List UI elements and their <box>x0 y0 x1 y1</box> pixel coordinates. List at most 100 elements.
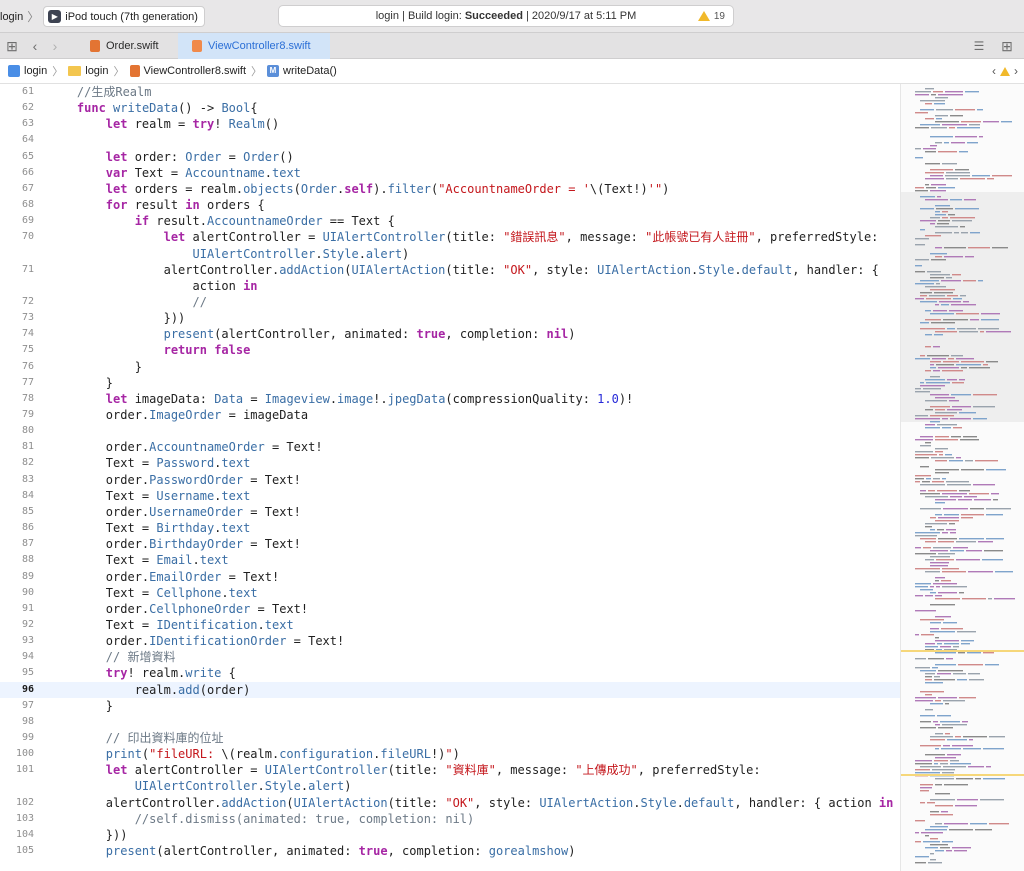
minimap-line <box>946 277 952 279</box>
minimap-line <box>923 388 941 390</box>
minimap-line <box>947 328 955 330</box>
code-line[interactable]: if result.AccountnameOrder == Text { <box>48 213 395 229</box>
minimap-line <box>948 358 954 360</box>
code-line[interactable]: order.CellphoneOrder = Text! <box>48 601 308 617</box>
jump-item-method[interactable]: M writeData() <box>267 65 337 77</box>
code-line[interactable]: //生成Realm <box>48 84 152 100</box>
code-line[interactable]: alertController.addAction(UIAlertAction(… <box>48 262 879 278</box>
jump-item-folder[interactable]: login <box>68 65 109 77</box>
code-line[interactable]: UIAlertController.Style.alert) <box>48 778 352 794</box>
code-line[interactable]: })) <box>48 310 186 326</box>
code-line[interactable]: action in <box>48 278 257 294</box>
minimap-line <box>935 472 949 474</box>
next-issue-icon[interactable]: › <box>1014 64 1018 78</box>
editor-options-icon[interactable]: ☰ <box>970 38 988 54</box>
code-line[interactable]: var Text = Accountname.text <box>48 165 301 181</box>
minimap-line <box>951 304 976 306</box>
code-line[interactable]: present(alertController, animated: true,… <box>48 843 576 859</box>
minimap-line <box>925 643 935 645</box>
minimap-line <box>935 664 956 666</box>
add-editor-icon[interactable]: ⊞ <box>998 38 1016 54</box>
minimap-line <box>927 271 941 273</box>
code-line[interactable]: let alertController = UIAlertController(… <box>48 762 761 778</box>
code-line[interactable]: order.BirthdayOrder = Text! <box>48 536 301 552</box>
code-line[interactable]: //self.dismiss(animated: true, completio… <box>48 811 475 827</box>
code-line[interactable]: // 印出資料庫的位址 <box>48 730 224 746</box>
code-line[interactable]: let imageData: Data = Imageview.image!.j… <box>48 391 633 407</box>
code-line[interactable]: // <box>48 294 207 310</box>
code-line[interactable]: Text = IDentification.text <box>48 617 294 633</box>
code-line[interactable]: } <box>48 375 113 391</box>
previous-issue-icon[interactable]: ‹ <box>992 64 996 78</box>
code-line[interactable]: Text = Email.text <box>48 552 229 568</box>
device-selector[interactable]: ▶ iPod touch (7th generation) <box>43 6 205 27</box>
minimap[interactable] <box>900 84 1024 871</box>
code-line[interactable]: UIAlertController.Style.alert) <box>48 246 410 262</box>
code-line[interactable]: realm.add(order) <box>48 682 251 698</box>
code-line[interactable]: let orders = realm.objects(Order.self).f… <box>48 181 670 197</box>
code-line[interactable]: Text = Username.text <box>48 488 251 504</box>
code-line[interactable]: order.AccountnameOrder = Text! <box>48 439 323 455</box>
code-line[interactable]: alertController.addAction(UIAlertAction(… <box>48 795 894 811</box>
warning-counter[interactable]: 19 <box>697 11 725 22</box>
minimap-line <box>961 121 981 123</box>
build-result: Succeeded <box>464 10 523 22</box>
minimap-line <box>915 760 932 762</box>
code-line[interactable]: order.IDentificationOrder = Text! <box>48 633 344 649</box>
line-number: 102 <box>15 796 34 808</box>
back-chevron-icon[interactable]: ‹ <box>28 38 42 54</box>
scheme-selector[interactable]: login 〉 ▶ iPod touch (7th generation) <box>0 6 205 27</box>
code-line[interactable]: Text = Birthday.text <box>48 520 251 536</box>
code-line[interactable]: let realm = try! Realm() <box>48 116 279 132</box>
minimap-line <box>961 232 968 234</box>
minimap-line <box>986 508 1011 510</box>
minimap-line <box>920 727 936 729</box>
minimap-line <box>954 232 959 234</box>
minimap-line <box>930 367 936 369</box>
minimap-line <box>935 115 948 117</box>
code-line[interactable]: Text = Password.text <box>48 455 251 471</box>
code-line[interactable]: // 新增資料 <box>48 649 176 665</box>
minimap-line <box>953 673 966 675</box>
code-line[interactable]: func writeData() -> Bool{ <box>48 100 258 116</box>
minimap-line <box>944 514 959 516</box>
line-number: 82 <box>21 457 34 469</box>
code-line[interactable]: print("fileURL: \(realm.configuration.fi… <box>48 746 460 762</box>
minimap-line <box>931 322 955 324</box>
source-editor[interactable]: 61 62 63 64 65 66 67 68 69 70 71 72 73 74 75 76 77 78 79 80… <box>0 84 900 871</box>
minimap-line <box>922 481 930 483</box>
code-line[interactable]: try! realm.write { <box>48 665 236 681</box>
line-number: 66 <box>21 166 34 178</box>
code-line[interactable]: } <box>48 698 113 714</box>
grid-icon[interactable]: ⊞ <box>5 38 19 54</box>
forward-chevron-icon[interactable]: › <box>48 38 62 54</box>
minimap-line <box>942 427 951 429</box>
code-line[interactable]: order.ImageOrder = imageData <box>48 407 308 423</box>
minimap-line <box>959 697 976 699</box>
minimap-line <box>946 172 970 174</box>
code-line[interactable]: order.EmailOrder = Text! <box>48 569 279 585</box>
jump-item-file[interactable]: ViewController8.swift <box>129 65 246 77</box>
code-line[interactable]: order.UsernameOrder = Text! <box>48 504 301 520</box>
tab-viewcontroller8-swift[interactable]: ViewController8.swift <box>178 33 330 59</box>
code-line[interactable]: present(alertController, animated: true,… <box>48 326 576 342</box>
code-line[interactable]: for result in orders { <box>48 197 265 213</box>
code-line[interactable]: let order: Order = Order() <box>48 149 294 165</box>
minimap-line <box>915 157 923 159</box>
minimap-line <box>935 460 947 462</box>
scheme-label[interactable]: login <box>0 11 23 23</box>
code-line[interactable]: order.PasswordOrder = Text! <box>48 472 301 488</box>
code-line[interactable]: })) <box>48 827 128 843</box>
minimap-line <box>942 124 967 126</box>
code-line[interactable]: return false <box>48 342 251 358</box>
minimap-line <box>935 448 948 450</box>
code-line[interactable]: let alertController = UIAlertController(… <box>48 229 879 245</box>
warning-icon[interactable] <box>1000 66 1010 76</box>
minimap-line <box>935 700 941 702</box>
code-line[interactable]: Text = Cellphone.text <box>48 585 258 601</box>
minimap-line <box>987 178 994 180</box>
code-line[interactable]: } <box>48 359 142 375</box>
jump-item-project[interactable]: login <box>0 65 47 77</box>
minimap-line <box>920 229 925 231</box>
tab-order-swift[interactable]: Order.swift <box>76 33 178 59</box>
